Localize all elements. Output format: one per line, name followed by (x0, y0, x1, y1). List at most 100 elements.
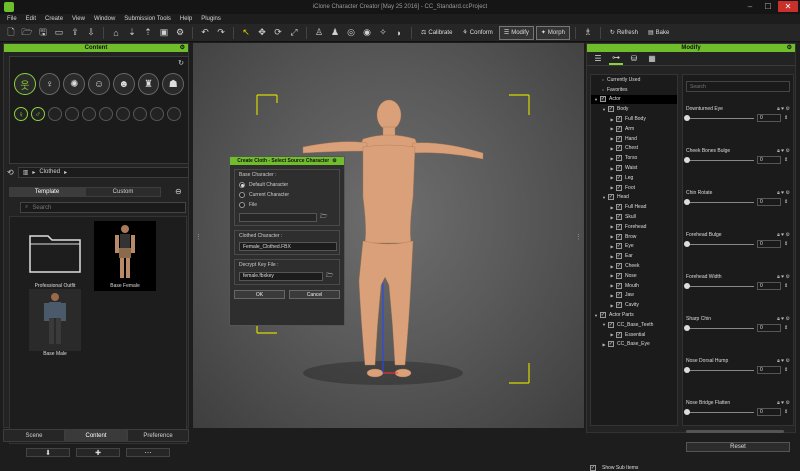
tree-item[interactable]: ▶ ✓ Nose (591, 271, 677, 281)
import-mesh-icon[interactable]: ⇣ (125, 26, 139, 40)
triangle-down-icon[interactable]: ▼ (601, 195, 607, 200)
spin-arrows-icon[interactable]: ⇕ (784, 409, 788, 415)
tree-item[interactable]: ▶ ✓ Foot (591, 183, 677, 193)
tree-item[interactable]: ▼ ✓ CC_Base_Teeth (591, 320, 677, 330)
texture-tab-icon[interactable]: ▦ (645, 53, 659, 65)
tree-item[interactable]: ▶ ✓ Leg (591, 173, 677, 183)
favorite-icon[interactable]: ♥ (781, 148, 784, 154)
collapse-icon[interactable]: ⊖ (175, 187, 182, 196)
more-icon[interactable]: ⋯ (126, 448, 170, 457)
triangle-down-icon[interactable]: ▼ (601, 107, 607, 112)
accessory-category-icon[interactable]: ☗ (162, 73, 185, 95)
checkbox-checked-icon[interactable]: ✓ (616, 233, 622, 240)
screenshot-icon[interactable]: ▣ (157, 26, 171, 40)
subcategory-slot[interactable] (167, 107, 181, 121)
undo-icon[interactable]: ↶ (198, 26, 212, 40)
triangle-right-icon[interactable]: ▶ (609, 234, 615, 239)
checkbox-checked-icon[interactable]: ✓ (616, 253, 622, 260)
character-icon[interactable]: ♗ (581, 26, 595, 40)
tab-template[interactable]: Template (9, 187, 85, 197)
tree-item[interactable]: ▼ ✓ Body (591, 104, 677, 114)
tree-item[interactable]: ▶ ✓ Torso (591, 153, 677, 163)
light-icon[interactable]: ✧ (376, 26, 390, 40)
material-tab-icon[interactable]: ⛁ (627, 53, 641, 65)
checkbox-checked-icon[interactable]: ✓ (616, 272, 622, 279)
tree-item[interactable]: ▶ ✓ Essential (591, 330, 677, 340)
checkbox-checked-icon[interactable]: ✓ (616, 155, 622, 162)
spin-arrows-icon[interactable]: ⇕ (784, 283, 788, 289)
triangle-right-icon[interactable]: ▶ (609, 185, 615, 190)
subcategory-slot[interactable] (48, 107, 62, 121)
skin-category-icon[interactable]: ✺ (63, 73, 86, 95)
triangle-down-icon[interactable]: ▼ (593, 313, 599, 318)
content-item-professional-outfit[interactable]: Professional Outfit (24, 221, 86, 289)
tree-item[interactable]: ▶ ✓ Forehead (591, 222, 677, 232)
checkbox-checked-icon[interactable]: ✓ (616, 184, 622, 191)
settings-icon[interactable]: ⚙ (786, 148, 790, 154)
morph-value-input[interactable]: 0 (757, 282, 781, 290)
tree-item[interactable]: ▶ ✓ Brow (591, 232, 677, 242)
checkbox-checked-icon[interactable]: ✓ (616, 292, 622, 299)
lock-icon[interactable]: 🔒︎ (777, 148, 780, 154)
triangle-right-icon[interactable]: ▶ (601, 342, 607, 347)
tab-preference[interactable]: Preference (127, 429, 189, 442)
horizontal-scrollbar[interactable] (686, 430, 784, 433)
settings-icon[interactable]: ⚙ (786, 358, 790, 364)
export-mesh-icon[interactable]: ⇡ (141, 26, 155, 40)
radio-file[interactable]: File (239, 202, 335, 208)
morph-slider-track[interactable] (684, 282, 754, 289)
import-icon[interactable]: ⇩ (84, 26, 98, 40)
triangle-right-icon[interactable]: ▶ (609, 126, 615, 131)
menu-plugins[interactable]: Plugins (201, 16, 221, 22)
tree-item[interactable]: ▶ ✓ Arm (591, 124, 677, 134)
tree-item[interactable]: ▶ ✓ Chest (591, 144, 677, 154)
radio-icon[interactable] (239, 202, 245, 208)
viewport-left-handle-icon[interactable]: ⋮ (195, 233, 202, 241)
radio-current-character[interactable]: Current Character (239, 192, 335, 198)
menu-edit[interactable]: Edit (26, 16, 36, 22)
checkbox-checked-icon[interactable]: ✓ (616, 165, 622, 172)
lips-icon[interactable]: ◗ (392, 26, 406, 40)
spin-arrows-icon[interactable]: ⇕ (784, 241, 788, 247)
menu-help[interactable]: Help (180, 16, 192, 22)
triangle-right-icon[interactable]: ▶ (609, 293, 615, 298)
base-file-field[interactable] (239, 212, 317, 222)
triangle-right-icon[interactable]: ▶ (609, 264, 615, 269)
home-icon[interactable]: ⌂ (109, 26, 123, 40)
morph-sliders-tab-icon[interactable]: ⊶ (609, 53, 623, 65)
triangle-down-icon[interactable]: ▼ (601, 322, 607, 327)
content-item-base-male[interactable]: Base Male (24, 289, 86, 357)
menu-window[interactable]: Window (94, 16, 115, 22)
morph-slider-track[interactable] (684, 408, 754, 415)
checkbox-checked-icon[interactable]: ✓ (608, 106, 614, 113)
settings-icon[interactable]: ⚙ (786, 316, 790, 322)
checkbox-checked-icon[interactable]: ✓ (590, 465, 596, 471)
scale-icon[interactable]: ⤢ (287, 26, 301, 40)
lock-icon[interactable]: 🔒︎ (777, 358, 780, 364)
triangle-right-icon[interactable]: ▶ (609, 146, 615, 151)
settings-icon[interactable]: ⚙ (786, 232, 790, 238)
morph-value-input[interactable]: 0 (757, 408, 781, 416)
content-search-input[interactable]: ⌕ Search (20, 202, 186, 213)
tree-item[interactable]: ▼ ✓ Head (591, 193, 677, 203)
triangle-right-icon[interactable]: ▶ (609, 136, 615, 141)
export-icon[interactable]: ⇪ (68, 26, 82, 40)
lock-icon[interactable]: 🔒︎ (777, 190, 780, 196)
morph-slider-track[interactable] (684, 324, 754, 331)
rotate-icon[interactable]: ⟳ (271, 26, 285, 40)
morph-slider-track[interactable] (684, 240, 754, 247)
browse-folder-icon[interactable]: 🗁 (320, 212, 327, 222)
checkbox-checked-icon[interactable]: ✓ (616, 282, 622, 289)
slider-knob[interactable] (684, 366, 690, 373)
add-icon[interactable]: ✚ (76, 448, 120, 457)
checkbox-checked-icon[interactable]: ✓ (616, 204, 622, 211)
hair-category-icon[interactable]: ☻ (112, 73, 135, 95)
triangle-down-icon[interactable]: ▼ (593, 97, 599, 102)
open-icon[interactable]: 🗁 (20, 26, 34, 40)
morph-search-input[interactable]: Search (686, 81, 790, 92)
triangle-right-icon[interactable]: ▶ (609, 283, 615, 288)
menu-view[interactable]: View (72, 16, 85, 22)
back-icon[interactable]: ⟲ (7, 168, 14, 177)
decrypt-key-field[interactable]: female.fbxkey (239, 271, 323, 281)
morph-value-input[interactable]: 0 (757, 198, 781, 206)
